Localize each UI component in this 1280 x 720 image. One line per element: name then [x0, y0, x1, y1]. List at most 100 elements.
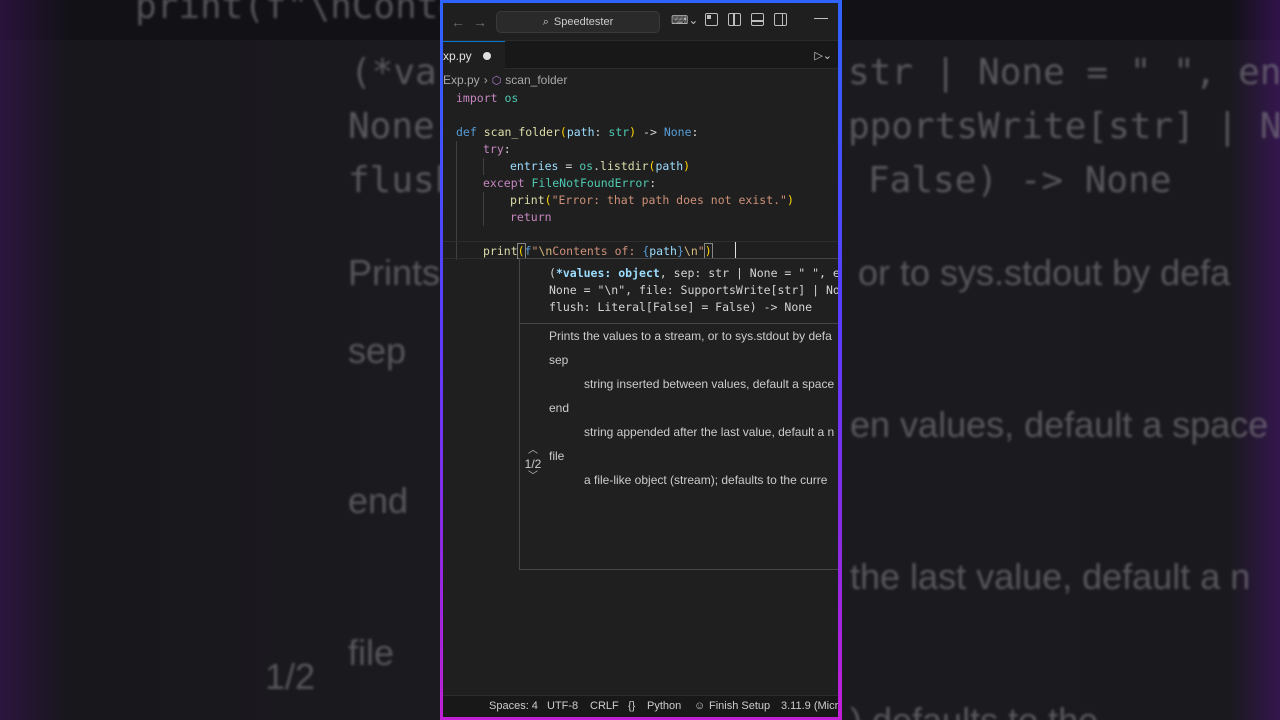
backdrop-sig-line1: (*va — [350, 52, 437, 93]
breadcrumb: Exp.py › ⬡ scan_folder — [443, 70, 838, 90]
code-editor[interactable]: import os def scan_folder(path: str) -> … — [443, 90, 838, 700]
indent-guide — [483, 192, 484, 226]
token-param: path — [566, 125, 595, 139]
toggle-secondary-sidebar-icon[interactable] — [774, 13, 787, 26]
token-string: Contents of: — [552, 244, 643, 258]
copilot-icon[interactable]: ⌨⌄ — [671, 13, 698, 27]
sig-doc-main: Prints the values to a stream, or to sys… — [549, 329, 832, 343]
status-encoding[interactable]: UTF-8 — [547, 700, 578, 712]
token-function: scan_folder — [483, 125, 560, 139]
sig-line3: flush: Literal[False] = False) -> None — [549, 300, 813, 314]
chevron-down-icon[interactable]: ﹀ — [520, 472, 546, 482]
code-line-7: print("Error: that path does not exist."… — [510, 193, 794, 207]
token-escape: \n — [538, 244, 553, 258]
tab-bar: xp.py ▷⌄ — [443, 41, 838, 69]
token-string: " — [697, 244, 705, 258]
sig-line2: None = "\n", file: SupportsWrite[str] | … — [549, 283, 838, 297]
backdrop-last-right: the last value, default a n — [850, 556, 1251, 597]
token-function: print — [483, 244, 518, 258]
text-cursor — [735, 242, 736, 258]
back-arrow-icon[interactable]: ← — [447, 14, 469, 30]
token-escape: \n — [683, 244, 698, 258]
token-keyword: def — [456, 125, 477, 139]
forward-arrow-icon[interactable]: → — [469, 14, 491, 30]
backdrop-sep: sep — [348, 330, 407, 371]
token-module: os — [504, 91, 519, 105]
gradient-frame: ← → ⌕ Speedtester ⌨⌄ — xp.py ▷⌄ Exp.py ›… — [440, 0, 842, 720]
token-class: FileNotFoundError — [531, 176, 650, 190]
status-interpreter[interactable]: 3.11.9 (Micro — [781, 700, 838, 712]
backdrop-values-right: en values, default a space — [850, 404, 1269, 445]
token-module: os — [579, 159, 594, 173]
code-line-1: import os — [456, 90, 838, 107]
token-function: print — [510, 193, 545, 207]
code-line-8: return — [510, 209, 838, 226]
signature-help-popup[interactable]: (*values: object, sep: str | None = " ",… — [519, 258, 838, 570]
status-bar: Spaces: 4 UTF-8 CRLF {} Python ☺ Finish … — [443, 695, 838, 717]
backdrop-sig-line3-right: False) -> None — [868, 160, 1172, 201]
editor-window: ← → ⌕ Speedtester ⌨⌄ — xp.py ▷⌄ Exp.py ›… — [443, 3, 838, 717]
toggle-panel-icon[interactable] — [751, 13, 764, 26]
backdrop-file: file — [348, 632, 395, 673]
toggle-primary-sidebar-icon[interactable] — [728, 13, 741, 26]
backdrop-sig-line2: None — [348, 106, 435, 147]
tab-exp-py[interactable]: xp.py — [443, 41, 505, 69]
chevron-up-icon[interactable]: ︿ — [520, 446, 546, 456]
indent-guide — [483, 158, 484, 175]
token-keyword: return — [510, 210, 552, 224]
token-keyword: import — [456, 91, 498, 105]
command-center-search[interactable]: ⌕ Speedtester — [496, 11, 660, 33]
function-symbol-icon: ⬡ — [491, 74, 502, 87]
sig-param-sep-desc: string inserted between values, default … — [584, 377, 835, 391]
backdrop-counter: 1/2 — [265, 656, 316, 697]
signature-text: (*values: object, sep: str | None = " ",… — [549, 265, 838, 316]
token-string: "Error: that path does not exist." — [551, 193, 787, 207]
search-icon: ⌕ — [542, 15, 549, 28]
token-variable: path — [655, 159, 684, 173]
run-file-icon[interactable]: ▷⌄ — [814, 49, 832, 62]
token-variable: entries — [510, 159, 559, 173]
token-brace: } — [676, 244, 684, 258]
token-function: listdir — [600, 159, 649, 173]
sig-param-file-desc: a file-like object (stream); defaults to… — [584, 473, 828, 487]
title-bar: ← → ⌕ Speedtester ⌨⌄ — — [443, 3, 838, 41]
status-indentation[interactable]: Spaces: 4 — [489, 700, 538, 712]
search-text: Speedtester — [553, 16, 614, 28]
layout-controls: ⌨⌄ — [671, 13, 787, 27]
signature-overload-nav: ︿ 1/2 ﹀ — [520, 446, 546, 482]
status-finish-setup[interactable]: Finish Setup — [709, 700, 770, 712]
tab-label: xp.py — [443, 48, 472, 63]
backdrop-prints-right: or to sys.stdout by defa — [858, 252, 1231, 293]
unsaved-dot-icon[interactable] — [483, 52, 491, 60]
code-line-4: try: — [483, 142, 511, 156]
backdrop-sig-line2-right: pportsWrite[str] | Non — [848, 106, 1280, 147]
sig-open-paren: ( — [549, 266, 556, 280]
backdrop-left-glow — [0, 0, 70, 720]
breadcrumb-file[interactable]: Exp.py — [443, 73, 480, 87]
token-fstring-prefix: f — [524, 244, 532, 258]
sig-active-param: *values: object — [555, 266, 660, 280]
token-return-type: None — [663, 125, 692, 139]
sig-param-end-desc: string appended after the last value, de… — [584, 425, 835, 439]
token-keyword: try — [483, 142, 504, 156]
backdrop-bottom-right: ) defaults to the — [850, 700, 1098, 720]
customize-layout-icon[interactable] — [705, 13, 718, 26]
token-type: str — [608, 125, 630, 139]
signature-divider — [520, 323, 838, 324]
backdrop-code-text: print(f"\nConte — [135, 0, 461, 27]
overload-counter: 1/2 — [524, 457, 542, 471]
copilot-status-icon: ☺ — [694, 700, 706, 712]
token-variable: path — [649, 244, 677, 258]
backdrop-prints: Prints — [348, 252, 441, 293]
status-language[interactable]: Python — [647, 700, 681, 712]
code-line-3: def scan_folder(path: str) -> None: — [456, 125, 699, 139]
minimize-button[interactable]: — — [814, 9, 828, 25]
breadcrumb-separator: › — [483, 73, 488, 87]
backdrop-end: end — [348, 480, 409, 521]
token-keyword: except — [483, 176, 525, 190]
breadcrumb-symbol[interactable]: scan_folder — [505, 73, 567, 87]
sig-param-file: file — [549, 449, 565, 463]
backdrop-sig-line1-right: str | None = " ", en — [848, 52, 1280, 93]
status-eol[interactable]: CRLF — [590, 700, 619, 712]
sig-line1-rest: , sep: str | None = " ", en — [659, 266, 838, 280]
